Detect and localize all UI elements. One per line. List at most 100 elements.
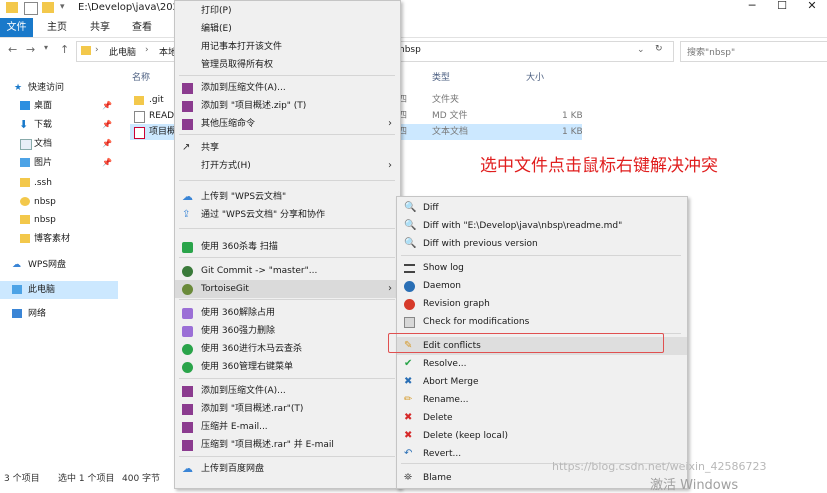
- nav-blog-assets[interactable]: 博客素材: [0, 230, 118, 248]
- tab-home[interactable]: 主页: [47, 18, 67, 37]
- menu-item-upload-wps[interactable]: ☁ 上传到 "WPS云文档": [175, 188, 400, 206]
- submenu-item-delete-keep-local[interactable]: ✖ Delete (keep local): [397, 427, 687, 445]
- revert-icon: ↶: [404, 448, 413, 459]
- picture-icon: [20, 158, 30, 167]
- back-arrow-icon[interactable]: ←: [8, 43, 17, 56]
- breadcrumb-this-pc[interactable]: 此电脑: [109, 45, 136, 58]
- menu-item-rar-add-named[interactable]: 添加到 "项目概述.rar"(T): [175, 400, 400, 418]
- pin-icon[interactable]: 📌: [102, 97, 112, 115]
- folder-icon: [81, 46, 91, 55]
- star-icon: ★: [14, 83, 23, 93]
- menu-item-add-archive[interactable]: 添加到压缩文件(A)...: [175, 79, 400, 97]
- menu-360-icon: [182, 362, 193, 373]
- git-commit-icon: [182, 266, 193, 277]
- submenu-item-delete[interactable]: ✖ Delete: [397, 409, 687, 427]
- winrar-icon: [182, 386, 193, 397]
- abort-icon: ✖: [404, 376, 413, 387]
- file-type: 文本文档: [432, 127, 469, 137]
- up-arrow-icon[interactable]: ↑: [60, 43, 69, 56]
- menu-item-share-wps[interactable]: ⇪ 通过 "WPS云文档" 分享和协作: [175, 206, 400, 224]
- menu-item-rar-email-named[interactable]: 压缩到 "项目概述.rar" 并 E-mail: [175, 436, 400, 454]
- menu-item-360-trojan[interactable]: 使用 360进行木马云查杀: [175, 340, 400, 358]
- watermark-text: https://blog.csdn.net/weixin_42586723: [552, 460, 767, 473]
- menu-item-print[interactable]: 打印(P): [175, 2, 400, 20]
- nav-label: 文档: [34, 139, 53, 149]
- file-name: READ: [149, 111, 175, 121]
- minimize-button[interactable]: ─: [738, 0, 766, 14]
- tab-view[interactable]: 查看: [132, 18, 152, 37]
- wps-cloud-icon: ☁: [182, 190, 193, 203]
- nav-ssh[interactable]: .ssh: [0, 174, 118, 192]
- search-input[interactable]: 搜索"nbsp": [687, 45, 735, 58]
- chevron-right-icon: ›: [95, 45, 99, 55]
- menu-item-take-ownership[interactable]: 管理员取得所有权: [175, 56, 400, 74]
- menu-item-rar-email[interactable]: 压缩并 E-mail...: [175, 418, 400, 436]
- column-header-name[interactable]: 名称: [132, 70, 150, 83]
- highlight-box: [388, 333, 664, 353]
- submenu-item-diff[interactable]: 🔍 Diff: [397, 199, 687, 217]
- annotation-text: 选中文件点击鼠标右键解决冲突: [480, 156, 718, 176]
- submenu-item-show-log[interactable]: Show log: [397, 259, 687, 277]
- nav-label: nbsp: [34, 197, 56, 207]
- submenu-item-abort-merge[interactable]: ✖ Abort Merge: [397, 373, 687, 391]
- nav-label: 桌面: [34, 101, 53, 111]
- submenu-item-diff-previous[interactable]: 🔍 Diff with previous version: [397, 235, 687, 253]
- chevron-down-icon[interactable]: ▾: [44, 43, 48, 52]
- menu-item-tortoisegit[interactable]: TortoiseGit ›: [175, 280, 400, 298]
- breadcrumb-nbsp[interactable]: nbsp: [399, 45, 421, 55]
- nav-this-pc[interactable]: 此电脑: [0, 281, 118, 299]
- menu-item-360-delete[interactable]: 使用 360强力删除: [175, 322, 400, 340]
- menu-item-other-compress[interactable]: 其他压缩命令 ›: [175, 115, 400, 133]
- menu-item-rar-add[interactable]: 添加到压缩文件(A)...: [175, 382, 400, 400]
- forward-arrow-icon[interactable]: →: [26, 43, 35, 56]
- submenu-item-resolve[interactable]: ✔ Resolve...: [397, 355, 687, 373]
- nav-desktop[interactable]: 桌面 📌: [0, 97, 118, 115]
- menu-item-360-unlock[interactable]: 使用 360解除占用: [175, 304, 400, 322]
- pin-icon[interactable]: 📌: [102, 116, 112, 134]
- nav-pictures[interactable]: 图片 📌: [0, 154, 118, 172]
- search-box[interactable]: 搜索"nbsp": [680, 41, 827, 62]
- submenu-item-rename[interactable]: ✏ Rename...: [397, 391, 687, 409]
- menu-item-git-commit[interactable]: Git Commit -> "master"...: [175, 262, 400, 280]
- menu-item-360-scan[interactable]: 使用 360杀毒 扫描: [175, 238, 400, 256]
- chevron-down-icon[interactable]: ▾: [60, 2, 65, 12]
- close-button[interactable]: ✕: [798, 0, 826, 14]
- nav-wps-drive[interactable]: ☁ WPS网盘: [0, 256, 118, 274]
- pin-icon[interactable]: 📌: [102, 154, 112, 172]
- rename-icon: ✏: [404, 394, 413, 405]
- menu-item-open-with[interactable]: 打开方式(H) ›: [175, 157, 400, 175]
- submenu-item-diff-with-file[interactable]: 🔍 Diff with "E:\Develop\java\nbsp\readme.…: [397, 217, 687, 235]
- nav-quick-access[interactable]: ★ 快速访问: [0, 79, 118, 97]
- nav-documents[interactable]: 文档 📌: [0, 135, 118, 153]
- diff-icon: 🔍: [404, 202, 417, 213]
- menu-item-360-menu[interactable]: 使用 360管理右键菜单: [175, 358, 400, 376]
- menu-item-open-notepad[interactable]: 用记事本打开该文件: [175, 38, 400, 56]
- maximize-button[interactable]: ☐: [768, 0, 796, 14]
- nav-network[interactable]: 网络: [0, 305, 118, 323]
- folder-icon[interactable]: [6, 2, 18, 13]
- document-icon: [20, 139, 32, 150]
- nav-label: 此电脑: [28, 285, 56, 295]
- submenu-item-check-modifications[interactable]: Check for modifications: [397, 313, 687, 331]
- menu-item-edit[interactable]: 编辑(E): [175, 20, 400, 38]
- tab-share[interactable]: 共享: [90, 18, 110, 37]
- column-header-size[interactable]: 大小: [526, 70, 544, 83]
- chevron-down-icon[interactable]: ⌄: [637, 45, 645, 55]
- menu-item-add-zip[interactable]: 添加到 "项目概述.zip" (T): [175, 97, 400, 115]
- refresh-icon[interactable]: ↻: [655, 44, 663, 54]
- pin-icon[interactable]: 📌: [102, 135, 112, 153]
- nav-nbsp-git[interactable]: nbsp: [0, 193, 118, 211]
- menu-item-baidu-upload[interactable]: ☁ 上传到百度网盘: [175, 460, 400, 478]
- properties-icon[interactable]: [24, 2, 38, 15]
- submenu-item-daemon[interactable]: Daemon: [397, 277, 687, 295]
- tab-file[interactable]: 文件: [0, 18, 33, 37]
- menu-item-share[interactable]: ↗ 共享: [175, 139, 400, 157]
- chevron-right-icon: ›: [145, 45, 149, 55]
- computer-icon: [12, 285, 22, 294]
- file-name: 项目概: [149, 127, 177, 137]
- nav-nbsp[interactable]: nbsp: [0, 211, 118, 229]
- submenu-item-revision-graph[interactable]: Revision graph: [397, 295, 687, 313]
- new-folder-icon[interactable]: [42, 2, 54, 13]
- column-header-type[interactable]: 类型: [432, 70, 450, 83]
- nav-downloads[interactable]: ⬇ 下载 📌: [0, 116, 118, 134]
